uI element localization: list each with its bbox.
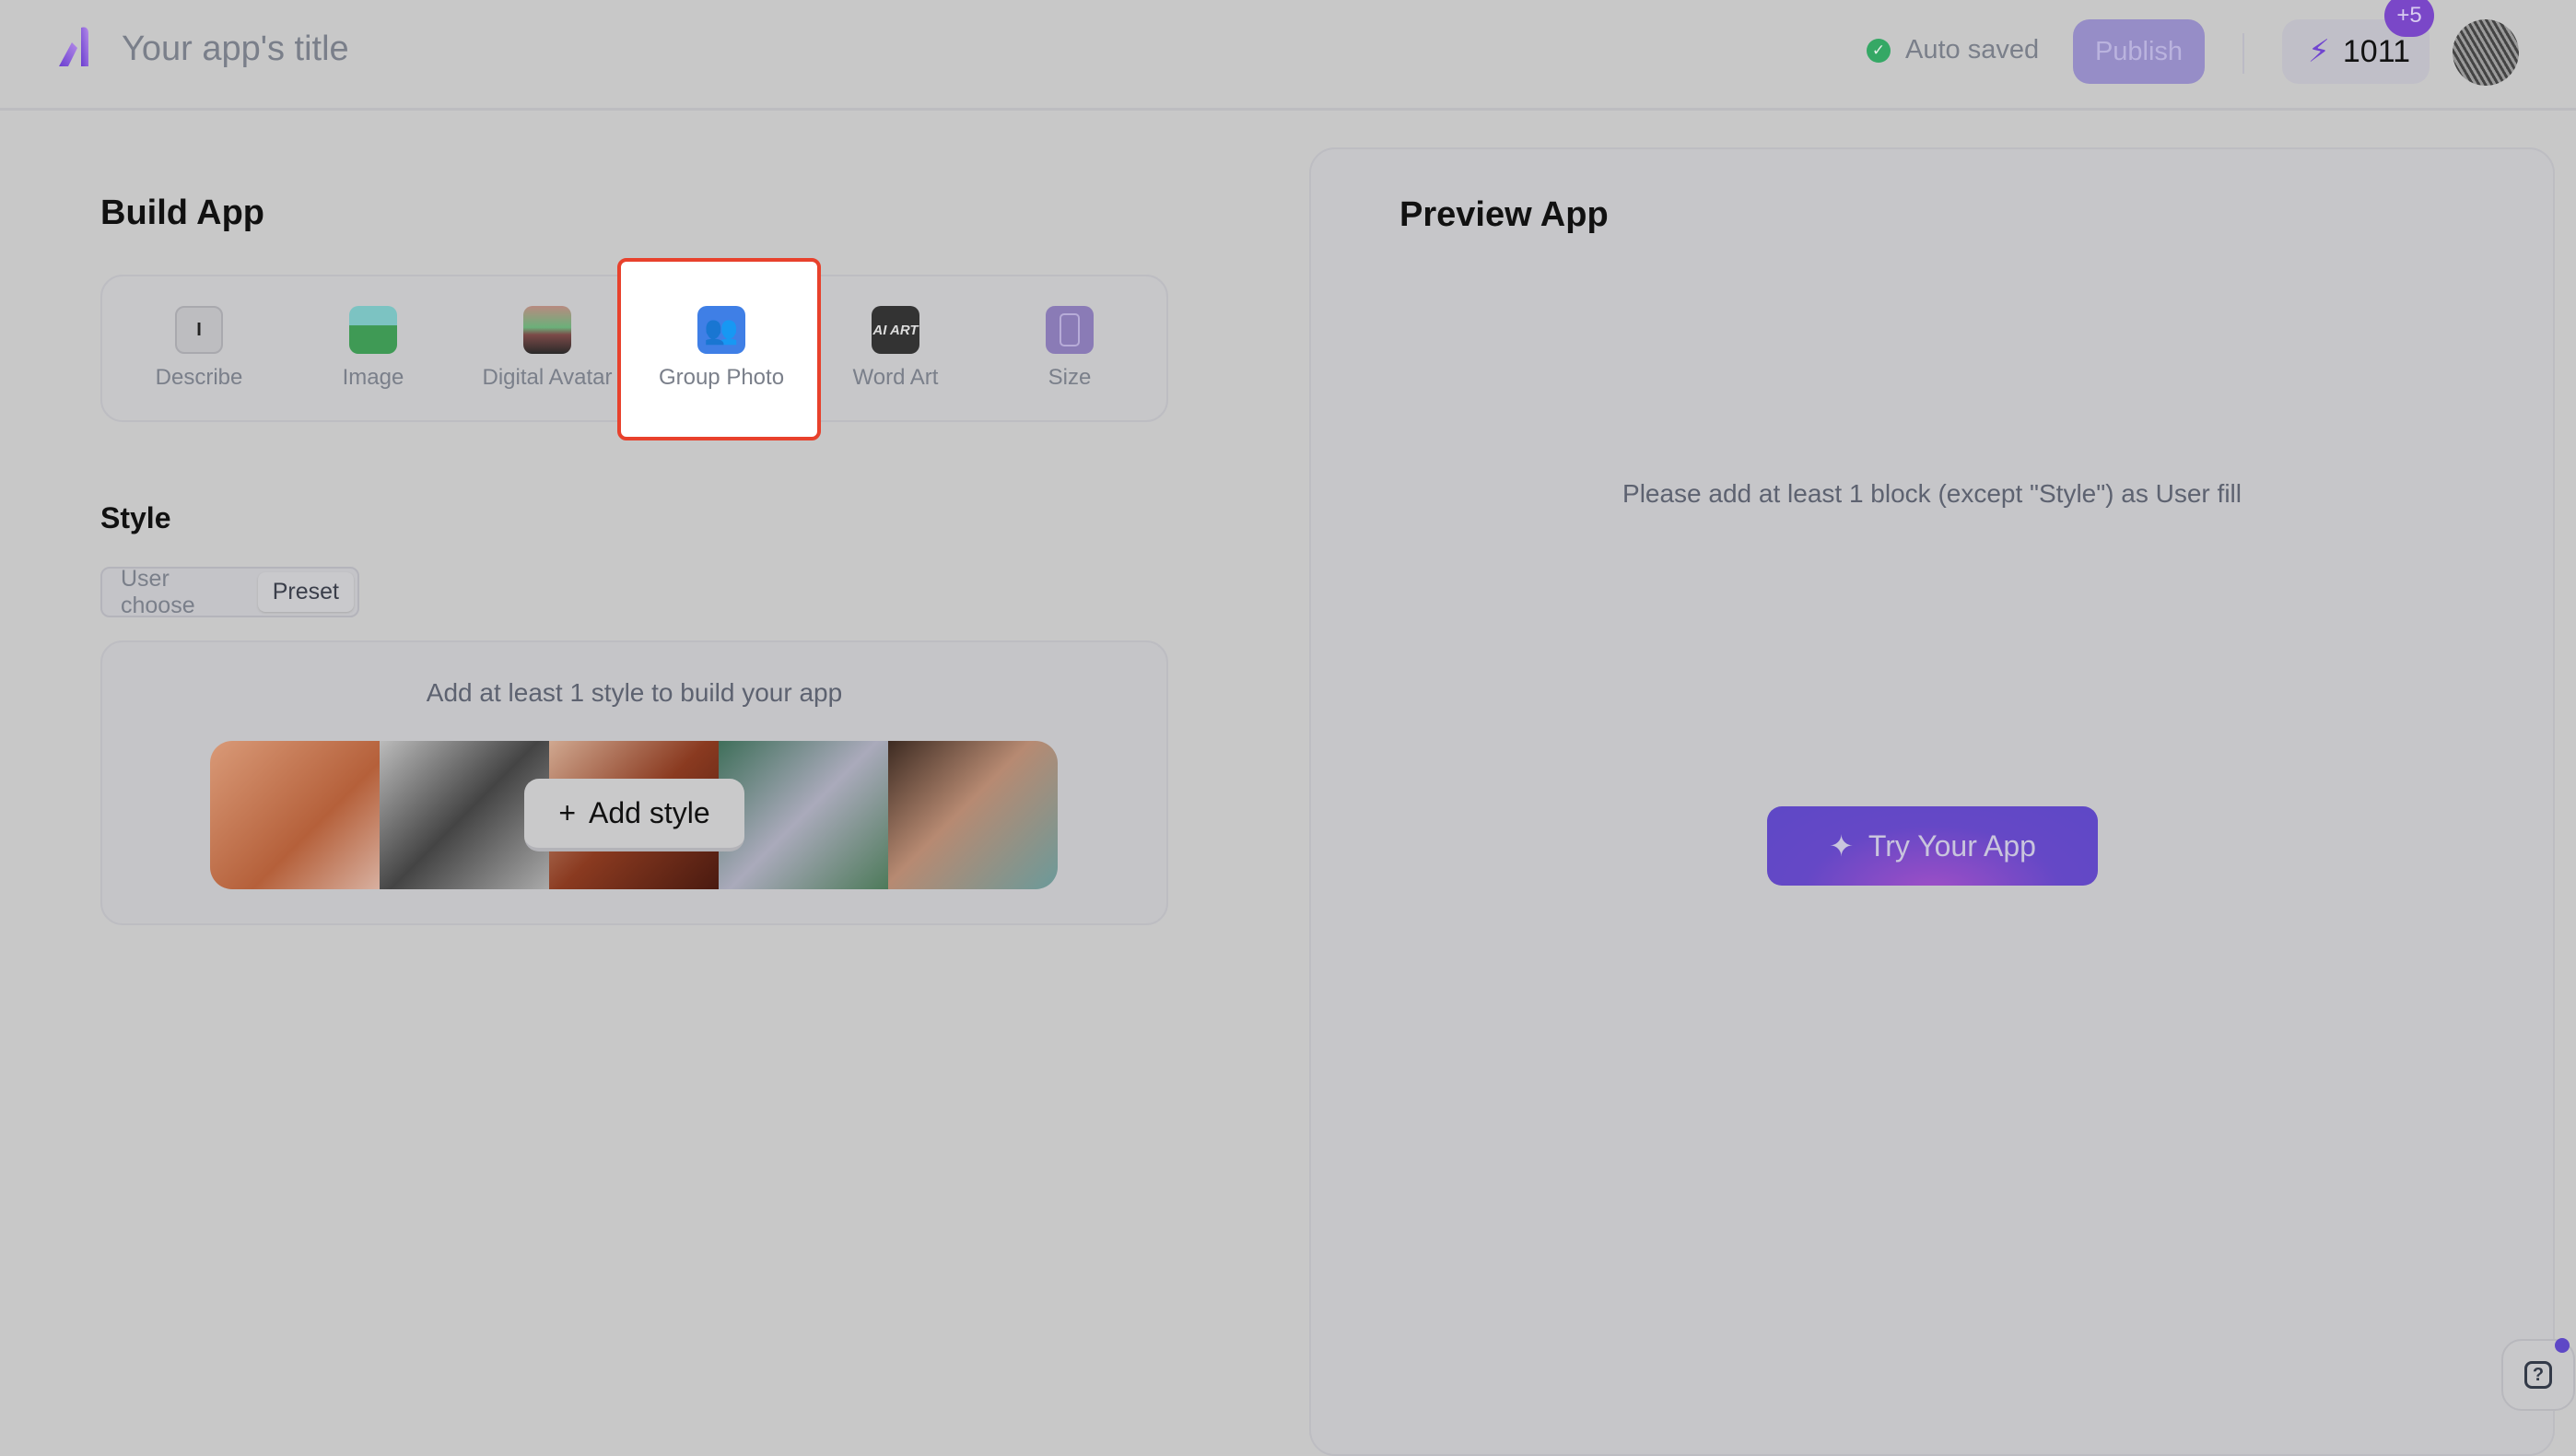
credits-count: 1011 — [2342, 33, 2410, 69]
style-thumbnail — [210, 741, 380, 889]
autosave-status: ✓ Auto saved — [1867, 35, 2039, 65]
notification-dot — [2555, 1338, 2570, 1353]
block-label: Describe — [155, 365, 243, 390]
landscape-image-icon — [349, 306, 397, 354]
check-circle-icon: ✓ — [1867, 38, 1891, 63]
top-bar: Your app's title ✓ Auto saved Publish ⚡ 10… — [0, 0, 2576, 111]
try-your-app-button[interactable]: ✦ Try Your App — [1767, 806, 2098, 886]
block-label: Image — [342, 365, 404, 390]
text-cursor-icon: I — [175, 306, 223, 354]
block-label: Digital Avatar — [482, 365, 613, 390]
credits-bonus-badge: +5 — [2384, 0, 2434, 37]
phone-size-icon — [1046, 306, 1094, 354]
ai-art-icon: AI ART — [872, 306, 919, 354]
try-label: Try Your App — [1868, 828, 2036, 863]
preview-panel — [1309, 147, 2555, 1456]
lightning-icon: ⚡ — [2308, 34, 2330, 69]
option-user-choose[interactable]: User choose — [106, 566, 258, 618]
build-app-heading: Build App — [100, 194, 264, 232]
block-describe[interactable]: I Describe — [116, 275, 282, 422]
add-style-label: Add style — [589, 796, 710, 829]
style-hint: Add at least 1 style to build your app — [426, 678, 843, 707]
plus-icon: + — [558, 796, 577, 829]
add-style-button[interactable]: + Add style — [524, 779, 744, 851]
block-label: Group Photo — [658, 365, 785, 390]
user-avatar[interactable] — [2453, 19, 2519, 86]
app-title[interactable]: Your app's title — [122, 29, 349, 69]
people-icon: 👥 — [697, 306, 745, 354]
sparkle-icon: ✦ — [1829, 829, 1854, 863]
option-preset[interactable]: Preset — [257, 572, 354, 612]
style-mode-toggle: User choose Preset — [100, 566, 359, 618]
block-word-art[interactable]: AI ART Word Art — [813, 275, 978, 422]
autosave-label: Auto saved — [1905, 35, 2040, 65]
style-heading: Style — [100, 501, 171, 534]
block-items: I Describe Image Digital Avatar 👥 Group Ph… — [100, 275, 1168, 422]
block-label: Size — [1048, 365, 1092, 390]
style-thumbnail — [888, 741, 1058, 889]
block-label: Word Art — [852, 365, 939, 390]
question-icon: ? — [2524, 1361, 2552, 1389]
header-divider — [2242, 33, 2244, 74]
block-image[interactable]: Image — [290, 275, 456, 422]
block-digital-avatar[interactable]: Digital Avatar — [464, 275, 630, 422]
portrait-photo-icon — [523, 306, 571, 354]
block-size[interactable]: Size — [987, 275, 1153, 422]
preview-app-heading: Preview App — [1399, 195, 1609, 234]
block-group-photo[interactable]: 👥 Group Photo — [638, 275, 804, 422]
preview-hint: Please add at least 1 block (except "Sty… — [1622, 479, 2242, 508]
publish-button[interactable]: Publish — [2073, 19, 2205, 84]
app-logo-icon — [59, 27, 88, 67]
